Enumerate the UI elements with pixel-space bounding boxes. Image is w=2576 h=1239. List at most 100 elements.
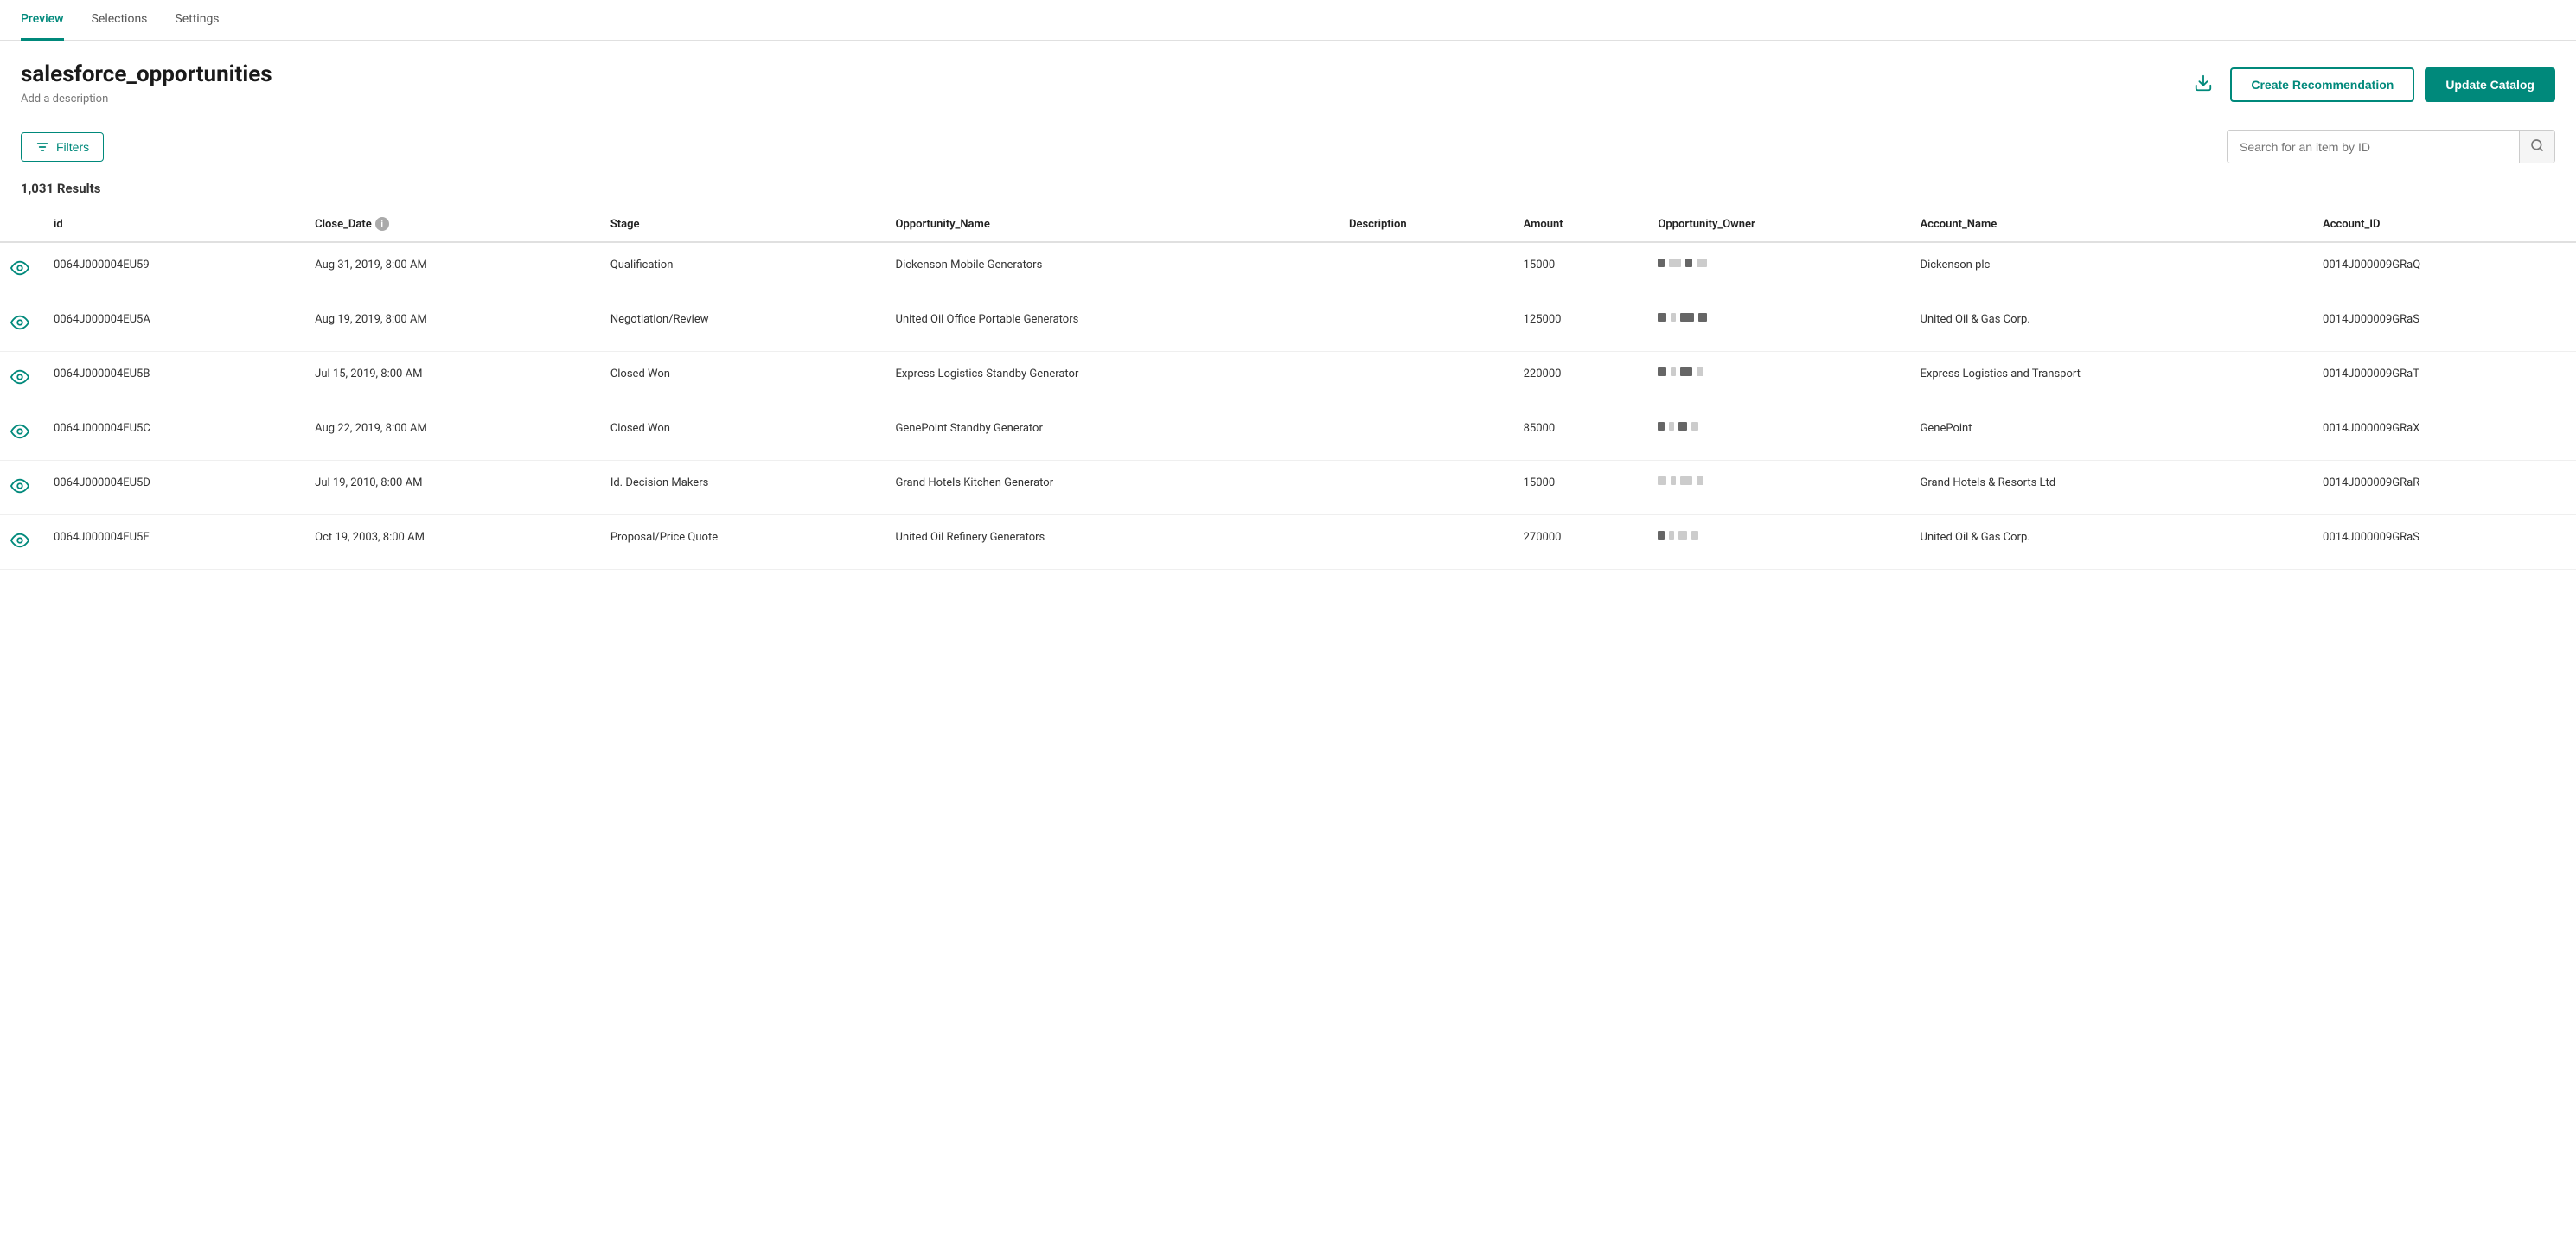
col-header-account-name: Account_Name — [1910, 207, 2313, 242]
row-amount-cell: 125000 — [1513, 297, 1648, 352]
row-stage-cell: Qualification — [600, 242, 885, 297]
search-button[interactable] — [2519, 131, 2554, 163]
col-header-opportunity-owner: Opportunity_Owner — [1647, 207, 1909, 242]
row-description-cell — [1339, 242, 1513, 297]
row-eye-cell — [0, 515, 43, 570]
row-id-cell: 0064J000004EU5E — [43, 515, 304, 570]
row-opportunity-owner-cell — [1647, 352, 1909, 406]
table-row: 0064J000004EU5B Jul 15, 2019, 8:00 AM Cl… — [0, 352, 2576, 406]
header-left: salesforce_opportunities Add a descripti… — [21, 61, 272, 105]
col-header-id: id — [43, 207, 304, 242]
col-header-amount: Amount — [1513, 207, 1648, 242]
col-header-stage: Stage — [600, 207, 885, 242]
update-catalog-button[interactable]: Update Catalog — [2425, 67, 2555, 102]
page-title: salesforce_opportunities — [21, 61, 272, 87]
row-opportunity-name-cell: Grand Hotels Kitchen Generator — [885, 461, 1339, 515]
row-opportunity-name-cell: Dickenson Mobile Generators — [885, 242, 1339, 297]
row-description-cell — [1339, 515, 1513, 570]
row-account-id-cell: 0014J000009GRaX — [2312, 406, 2576, 461]
table-header-row: id Close_Date i Stage Opportunity_Name D… — [0, 207, 2576, 242]
row-amount-cell: 220000 — [1513, 352, 1648, 406]
row-account-name-cell: United Oil & Gas Corp. — [1910, 297, 2313, 352]
row-eye-cell — [0, 352, 43, 406]
row-account-name-cell: United Oil & Gas Corp. — [1910, 515, 2313, 570]
row-account-id-cell: 0014J000009GRaS — [2312, 515, 2576, 570]
row-description-cell — [1339, 461, 1513, 515]
row-account-name-cell: Express Logistics and Transport — [1910, 352, 2313, 406]
tab-preview[interactable]: Preview — [21, 0, 64, 41]
row-opportunity-owner-cell — [1647, 297, 1909, 352]
row-account-id-cell: 0014J000009GRaS — [2312, 297, 2576, 352]
eye-icon[interactable] — [10, 313, 29, 332]
eye-icon[interactable] — [10, 531, 29, 550]
tab-settings[interactable]: Settings — [175, 0, 219, 41]
search-input[interactable] — [2228, 132, 2519, 162]
filters-button[interactable]: Filters — [21, 132, 104, 162]
row-account-id-cell: 0014J000009GRaR — [2312, 461, 2576, 515]
row-id-cell: 0064J000004EU5A — [43, 297, 304, 352]
row-close-date-cell: Aug 19, 2019, 8:00 AM — [304, 297, 600, 352]
row-id-cell: 0064J000004EU5D — [43, 461, 304, 515]
row-close-date-cell: Aug 31, 2019, 8:00 AM — [304, 242, 600, 297]
row-account-name-cell: Dickenson plc — [1910, 242, 2313, 297]
row-id-cell: 0064J000004EU5B — [43, 352, 304, 406]
create-recommendation-button[interactable]: Create Recommendation — [2230, 67, 2414, 102]
row-eye-cell — [0, 406, 43, 461]
search-icon — [2530, 138, 2544, 152]
row-amount-cell: 15000 — [1513, 242, 1648, 297]
tab-selections[interactable]: Selections — [92, 0, 148, 41]
row-id-cell: 0064J000004EU59 — [43, 242, 304, 297]
row-stage-cell: Closed Won — [600, 406, 885, 461]
row-description-cell — [1339, 406, 1513, 461]
header-right: Create Recommendation Update Catalog — [2187, 67, 2555, 102]
table-row: 0064J000004EU59 Aug 31, 2019, 8:00 AM Qu… — [0, 242, 2576, 297]
row-opportunity-name-cell: United Oil Refinery Generators — [885, 515, 1339, 570]
col-header-account-id: Account_ID — [2312, 207, 2576, 242]
row-close-date-cell: Oct 19, 2003, 8:00 AM — [304, 515, 600, 570]
eye-icon[interactable] — [10, 367, 29, 386]
col-header-opportunity-name: Opportunity_Name — [885, 207, 1339, 242]
data-table: id Close_Date i Stage Opportunity_Name D… — [0, 207, 2576, 570]
results-count: 1,031 Results — [0, 174, 2576, 207]
row-close-date-cell: Jul 15, 2019, 8:00 AM — [304, 352, 600, 406]
row-eye-cell — [0, 297, 43, 352]
row-stage-cell: Negotiation/Review — [600, 297, 885, 352]
col-header-description: Description — [1339, 207, 1513, 242]
row-amount-cell: 85000 — [1513, 406, 1648, 461]
row-opportunity-name-cell: GenePoint Standby Generator — [885, 406, 1339, 461]
row-account-id-cell: 0014J000009GRaQ — [2312, 242, 2576, 297]
row-account-id-cell: 0014J000009GRaT — [2312, 352, 2576, 406]
row-description-cell — [1339, 297, 1513, 352]
row-eye-cell — [0, 242, 43, 297]
row-account-name-cell: Grand Hotels & Resorts Ltd — [1910, 461, 2313, 515]
row-opportunity-owner-cell — [1647, 461, 1909, 515]
col-header-eye — [0, 207, 43, 242]
row-opportunity-owner-cell — [1647, 515, 1909, 570]
row-close-date-cell: Jul 19, 2010, 8:00 AM — [304, 461, 600, 515]
col-header-close-date: Close_Date i — [304, 207, 600, 242]
row-opportunity-owner-cell — [1647, 242, 1909, 297]
eye-icon[interactable] — [10, 422, 29, 441]
page-description[interactable]: Add a description — [21, 93, 272, 105]
page-header: salesforce_opportunities Add a descripti… — [0, 41, 2576, 119]
table-row: 0064J000004EU5A Aug 19, 2019, 8:00 AM Ne… — [0, 297, 2576, 352]
table-row: 0064J000004EU5E Oct 19, 2003, 8:00 AM Pr… — [0, 515, 2576, 570]
row-amount-cell: 15000 — [1513, 461, 1648, 515]
toolbar: Filters — [0, 119, 2576, 174]
row-eye-cell — [0, 461, 43, 515]
row-stage-cell: Proposal/Price Quote — [600, 515, 885, 570]
table-row: 0064J000004EU5D Jul 19, 2010, 8:00 AM Id… — [0, 461, 2576, 515]
row-account-name-cell: GenePoint — [1910, 406, 2313, 461]
top-tabs-container: Preview Selections Settings — [0, 0, 2576, 41]
table-row: 0064J000004EU5C Aug 22, 2019, 8:00 AM Cl… — [0, 406, 2576, 461]
eye-icon[interactable] — [10, 476, 29, 495]
row-stage-cell: Closed Won — [600, 352, 885, 406]
row-description-cell — [1339, 352, 1513, 406]
close-date-info-icon: i — [375, 217, 389, 231]
eye-icon[interactable] — [10, 259, 29, 278]
row-amount-cell: 270000 — [1513, 515, 1648, 570]
row-opportunity-name-cell: Express Logistics Standby Generator — [885, 352, 1339, 406]
download-button[interactable] — [2187, 67, 2220, 102]
search-box — [2227, 130, 2555, 163]
filter-icon — [35, 140, 49, 154]
